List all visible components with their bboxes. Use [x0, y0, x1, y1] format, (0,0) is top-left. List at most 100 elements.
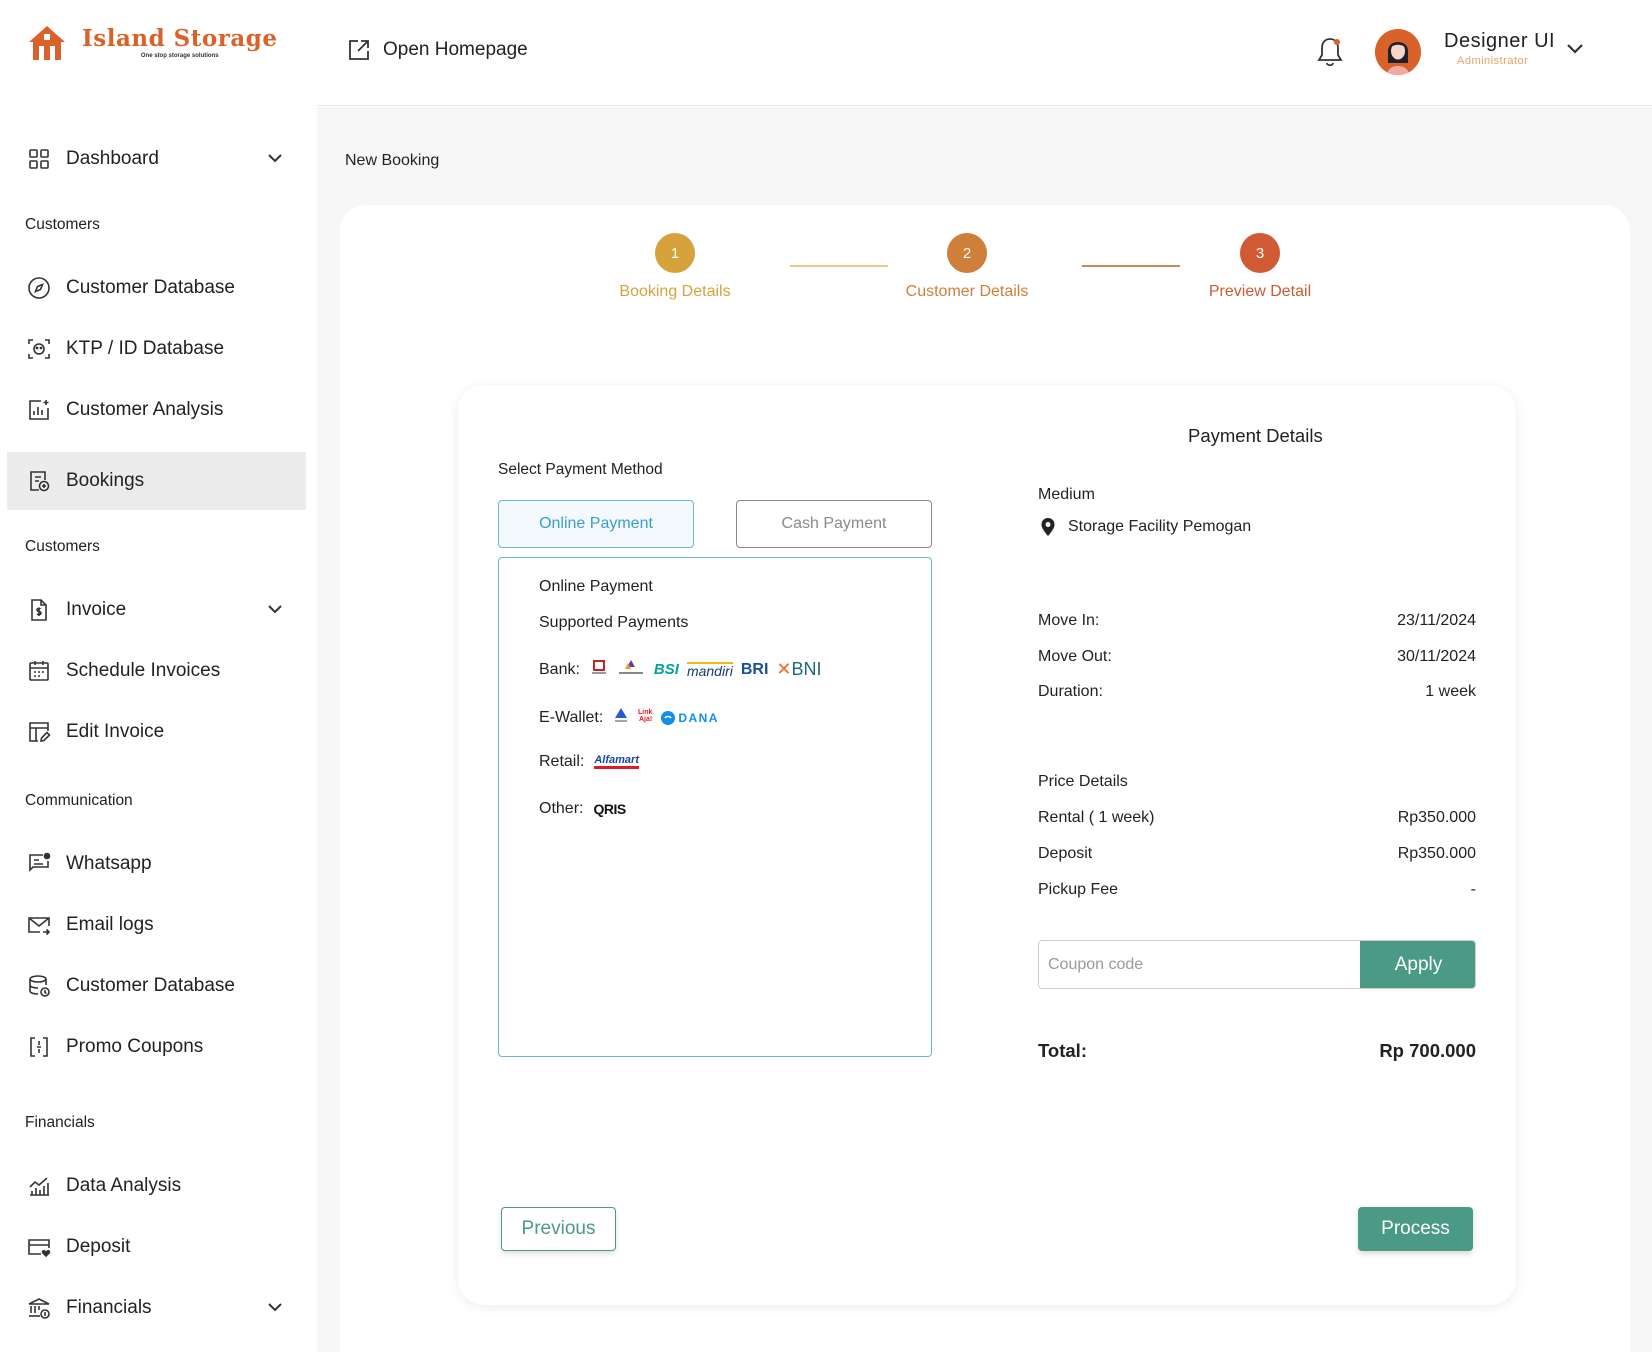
- brand-tagline: One stop storage solutions: [140, 53, 219, 59]
- cash-payment-button[interactable]: Cash Payment: [736, 500, 932, 548]
- open-homepage-link[interactable]: Open Homepage: [347, 38, 528, 62]
- sidebar-item-deposit[interactable]: Deposit: [7, 1218, 306, 1276]
- step-booking-details[interactable]: 1 Booking Details: [605, 233, 745, 301]
- move-in-label: Move In:: [1038, 612, 1100, 629]
- ewallet-row: E-Wallet: Link Aja! DANA: [539, 706, 719, 729]
- move-in-value: 23/11/2024: [1397, 612, 1476, 629]
- step-label: Preview Detail: [1208, 283, 1312, 300]
- sidebar-item-promo-coupons[interactable]: Promo Coupons: [7, 1018, 306, 1076]
- process-button[interactable]: Process: [1358, 1207, 1473, 1251]
- sidebar-item-label: Promo Coupons: [66, 1036, 204, 1057]
- bank-icon: [26, 1295, 52, 1321]
- step-number: 2: [947, 233, 987, 273]
- sidebar-item-whatsapp[interactable]: Whatsapp: [7, 835, 306, 893]
- rental-value: Rp350.000: [1397, 809, 1476, 826]
- move-out-value: 30/11/2024: [1397, 648, 1476, 665]
- sidebar-item-customer-analysis[interactable]: Customer Analysis: [7, 381, 306, 439]
- trend-chart-icon: [26, 1173, 52, 1199]
- top-header: Open Homepage Designer UI Administrator: [317, 0, 1652, 106]
- payment-panel: Select Payment Method Online Payment Cas…: [458, 385, 1516, 1305]
- coupon-icon: [26, 1034, 52, 1060]
- qris-logo: QRIS: [593, 801, 626, 817]
- sidebar-item-schedule-invoices[interactable]: Schedule Invoices: [7, 642, 306, 700]
- svg-text:Aja!: Aja!: [639, 716, 652, 723]
- bank-label: Bank:: [539, 660, 580, 678]
- step-label: Customer Details: [905, 283, 1029, 300]
- sidebar-item-label: Whatsapp: [66, 853, 152, 874]
- step-customer-details[interactable]: 2 Customer Details: [887, 233, 1047, 301]
- mail-send-icon: [26, 912, 52, 938]
- online-payment-title: Online Payment: [539, 578, 653, 595]
- sidebar-item-label: Email logs: [66, 914, 154, 935]
- bank-row: Bank: BSI mandiri BRI ✕BNI: [539, 658, 822, 681]
- online-payment-button[interactable]: Online Payment: [498, 500, 694, 548]
- step-preview-detail[interactable]: 3 Preview Detail: [1180, 233, 1340, 301]
- avatar[interactable]: [1375, 29, 1421, 75]
- sidebar-item-label: Customer Database: [66, 975, 235, 996]
- apply-coupon-button[interactable]: Apply: [1360, 941, 1475, 988]
- retail-label: Retail:: [539, 753, 585, 770]
- user-name: Designer UI: [1444, 30, 1556, 52]
- booking-card: 1 Booking Details 2 Customer Details 3 P…: [340, 205, 1630, 1352]
- coupon-input[interactable]: [1039, 941, 1360, 988]
- sidebar-item-label: Invoice: [66, 599, 127, 620]
- sidebar-item-label: KTP / ID Database: [66, 338, 225, 359]
- previous-button[interactable]: Previous: [501, 1207, 616, 1251]
- bank-logo-icon: [616, 658, 646, 681]
- rental-label: Rental ( 1 week): [1038, 809, 1155, 826]
- brand-logo[interactable]: Island Storage One stop storage solution…: [26, 24, 277, 62]
- calendar-icon: [26, 658, 52, 684]
- house-logo-icon: [26, 24, 68, 62]
- sidebar-item-email-logs[interactable]: Email logs: [7, 896, 306, 954]
- duration-value: 1 week: [1425, 683, 1476, 700]
- sidebar-item-label: Financials: [66, 1297, 152, 1318]
- section-label-customers-2: Customers: [25, 538, 100, 555]
- main-content: New Booking 1 Booking Details 2 Customer…: [317, 107, 1652, 1352]
- step-number: 1: [655, 233, 695, 273]
- open-homepage-label: Open Homepage: [383, 39, 528, 60]
- payment-details-title: Payment Details: [1188, 425, 1323, 446]
- bri-logo: BRI: [740, 660, 769, 678]
- supported-payments-title: Supported Payments: [539, 614, 689, 631]
- coupon-group: Apply: [1038, 940, 1476, 989]
- external-link-icon: [347, 38, 371, 62]
- section-label-communication: Communication: [25, 792, 133, 809]
- location-pin-icon: [1040, 517, 1056, 537]
- invoice-icon: [26, 597, 52, 623]
- bsi-logo: BSI: [653, 661, 679, 678]
- sidebar-item-financials[interactable]: Financials: [7, 1279, 306, 1337]
- size-label: Medium: [1038, 486, 1095, 503]
- brand-name: Island Storage: [82, 25, 278, 52]
- grid-icon: [26, 146, 52, 172]
- sidebar-item-ktp-database[interactable]: KTP / ID Database: [7, 320, 306, 378]
- other-row: Other: QRIS: [539, 800, 626, 818]
- sidebar-item-label: Customer Analysis: [66, 399, 224, 420]
- sidebar-item-bookings[interactable]: Bookings: [7, 452, 306, 510]
- sidebar-item-label: Customer Database: [66, 277, 235, 298]
- wallet-logo-icon: [613, 706, 629, 729]
- pickup-fee-label: Pickup Fee: [1038, 881, 1119, 898]
- svg-text:Link: Link: [638, 709, 652, 716]
- sidebar-item-dashboard[interactable]: Dashboard: [7, 130, 306, 188]
- bell-icon[interactable]: [1315, 36, 1345, 73]
- chart-plus-icon: [26, 397, 52, 423]
- step-connector: [790, 265, 888, 267]
- sidebar-item-data-analysis[interactable]: Data Analysis: [7, 1157, 306, 1215]
- breadcrumb: New Booking: [345, 152, 440, 169]
- sidebar-item-label: Edit Invoice: [66, 721, 165, 742]
- chevron-down-icon[interactable]: [1565, 38, 1585, 63]
- chevron-down-icon: [266, 600, 284, 624]
- bank-logo-icon: [590, 658, 608, 681]
- price-details-label: Price Details: [1038, 773, 1128, 790]
- total-value: Rp 700.000: [1379, 1040, 1476, 1061]
- wallet-logo-icon: Link Aja!: [637, 706, 653, 729]
- section-label-customers: Customers: [25, 216, 100, 233]
- sidebar-item-customer-database-2[interactable]: Customer Database: [7, 957, 306, 1015]
- sidebar-item-edit-invoice[interactable]: Edit Invoice: [7, 703, 306, 761]
- sidebar-item-invoice[interactable]: Invoice: [7, 581, 306, 639]
- message-icon: [26, 851, 52, 877]
- retail-row: Retail: Alfamart: [539, 753, 639, 771]
- deposit-label: Deposit: [1038, 845, 1093, 862]
- sidebar: Island Storage One stop storage solution…: [0, 0, 317, 1352]
- sidebar-item-customer-database[interactable]: Customer Database: [7, 259, 306, 317]
